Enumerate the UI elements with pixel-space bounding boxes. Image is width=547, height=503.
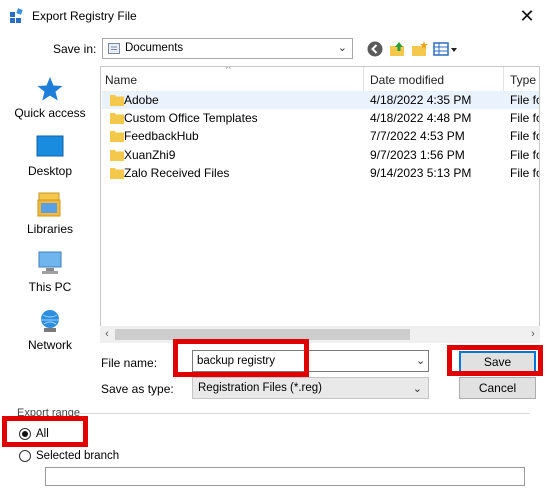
- save-as-type-label: Save as type:: [101, 382, 174, 396]
- file-date: 9/7/2023 1:56 PM: [370, 148, 465, 162]
- place-network[interactable]: Network: [3, 308, 97, 364]
- close-button[interactable]: ✕: [514, 4, 540, 28]
- libraries-icon: [37, 192, 61, 217]
- export-range-divider: [80, 413, 530, 414]
- column-header-name[interactable]: Name: [105, 69, 137, 91]
- folder-icon: [110, 150, 124, 161]
- selected-branch-input[interactable]: [45, 467, 525, 486]
- place-desktop[interactable]: Desktop: [3, 134, 97, 190]
- place-label: This PC: [28, 280, 72, 294]
- cancel-button[interactable]: Cancel: [459, 377, 536, 399]
- column-separator[interactable]: [363, 67, 364, 92]
- computer-icon: [38, 251, 62, 274]
- selected-branch-radio[interactable]: [19, 450, 31, 462]
- chevron-down-icon[interactable]: ⌄: [416, 354, 425, 367]
- file-name-label: File name:: [101, 356, 158, 370]
- place-label: Desktop: [27, 164, 73, 178]
- documents-folder-icon: [108, 43, 120, 54]
- file-name: Custom Office Templates: [124, 111, 258, 125]
- file-row-adobe[interactable]: Adobe 4/18/2022 4:35 PM File fo: [102, 91, 539, 109]
- place-label: Quick access: [14, 106, 86, 120]
- window-title: Export Registry File: [32, 9, 137, 23]
- up-folder-icon[interactable]: [389, 40, 407, 58]
- save-in-dropdown[interactable]: Documents ⌄: [102, 38, 353, 59]
- chevron-down-icon: ⌄: [412, 383, 422, 395]
- network-icon: [41, 310, 59, 332]
- save-button[interactable]: Save: [459, 351, 536, 373]
- place-this-pc[interactable]: This PC: [3, 250, 97, 306]
- file-row-xuanzhi9[interactable]: XuanZhi9 9/7/2023 1:56 PM File fo: [102, 146, 539, 164]
- file-name: FeedbackHub: [124, 129, 199, 143]
- file-list[interactable]: ^ Name Date modified Type Adobe 4/18/202…: [100, 66, 540, 343]
- file-row-zalo-received-files[interactable]: Zalo Received Files 9/14/2023 5:13 PM Fi…: [102, 164, 539, 182]
- view-menu-icon[interactable]: [433, 40, 459, 58]
- scrollbar-thumb[interactable]: [115, 329, 410, 340]
- horizontal-scrollbar[interactable]: ‹ ›: [100, 326, 540, 343]
- place-libraries[interactable]: Libraries: [3, 192, 97, 248]
- place-label: Network: [27, 338, 72, 352]
- file-date: 4/18/2022 4:35 PM: [370, 93, 472, 107]
- file-date: 4/18/2022 4:48 PM: [370, 111, 472, 125]
- new-folder-icon[interactable]: [411, 40, 429, 58]
- export-all-label[interactable]: All: [36, 428, 49, 440]
- sort-ascending-icon: ^: [226, 66, 231, 75]
- star-icon: [37, 77, 63, 101]
- save-as-type-dropdown[interactable]: Registration Files (*.reg) ⌄: [192, 377, 429, 399]
- selected-branch-label[interactable]: Selected branch: [36, 450, 119, 462]
- back-icon[interactable]: [366, 40, 384, 58]
- folder-icon: [110, 168, 124, 179]
- export-range-label: Export range: [17, 407, 80, 419]
- scroll-right-icon[interactable]: ›: [526, 327, 540, 342]
- file-date: 7/7/2022 4:53 PM: [370, 129, 465, 143]
- file-name: Zalo Received Files: [124, 166, 230, 180]
- chevron-down-icon: ⌄: [337, 42, 347, 54]
- file-type: File fo: [510, 129, 540, 143]
- file-type: File fo: [510, 111, 540, 125]
- file-name: XuanZhi9: [124, 148, 176, 162]
- column-separator[interactable]: [503, 67, 504, 92]
- scroll-left-icon[interactable]: ‹: [100, 327, 114, 342]
- registry-editor-icon: [10, 8, 23, 23]
- desktop-icon: [36, 135, 64, 157]
- file-type: File fo: [510, 148, 540, 162]
- folder-icon: [110, 95, 124, 106]
- file-type: File fo: [510, 93, 540, 107]
- save-in-value: Documents: [125, 42, 184, 54]
- file-type: File fo: [510, 166, 540, 180]
- places-bar: Quick access Desktop Libraries This PC N…: [3, 66, 97, 386]
- place-label: Libraries: [26, 222, 74, 236]
- file-name-input[interactable]: [192, 350, 429, 372]
- column-header-date-modified[interactable]: Date modified: [370, 69, 444, 91]
- file-row-custom-office-templates[interactable]: Custom Office Templates 4/18/2022 4:48 P…: [102, 109, 539, 127]
- export-all-radio[interactable]: [19, 428, 31, 440]
- folder-icon: [110, 113, 124, 124]
- column-header-type[interactable]: Type: [510, 69, 536, 91]
- save-in-label: Save in:: [53, 42, 97, 56]
- file-date: 9/14/2023 5:13 PM: [370, 166, 472, 180]
- file-row-feedbackhub[interactable]: FeedbackHub 7/7/2022 4:53 PM File fo: [102, 127, 539, 145]
- place-quick-access[interactable]: Quick access: [3, 76, 97, 132]
- folder-icon: [110, 131, 124, 142]
- save-as-type-value: Registration Files (*.reg): [198, 382, 322, 394]
- title-bar: Export Registry File ✕: [0, 0, 547, 34]
- file-name: Adobe: [124, 93, 159, 107]
